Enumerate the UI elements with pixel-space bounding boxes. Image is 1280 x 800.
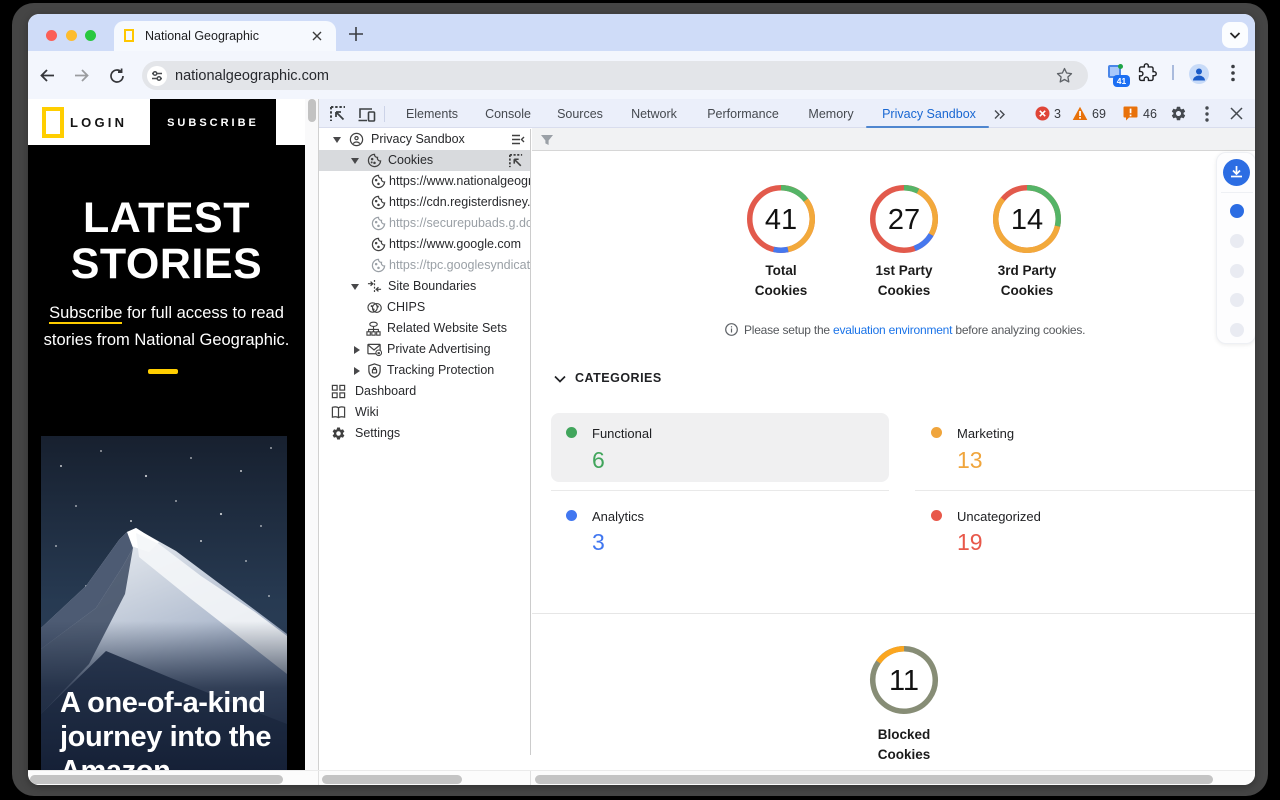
svg-text:14: 14: [1011, 204, 1043, 236]
svg-text:27: 27: [888, 204, 920, 236]
svg-text:41: 41: [765, 204, 797, 236]
svg-text:11: 11: [889, 665, 919, 697]
